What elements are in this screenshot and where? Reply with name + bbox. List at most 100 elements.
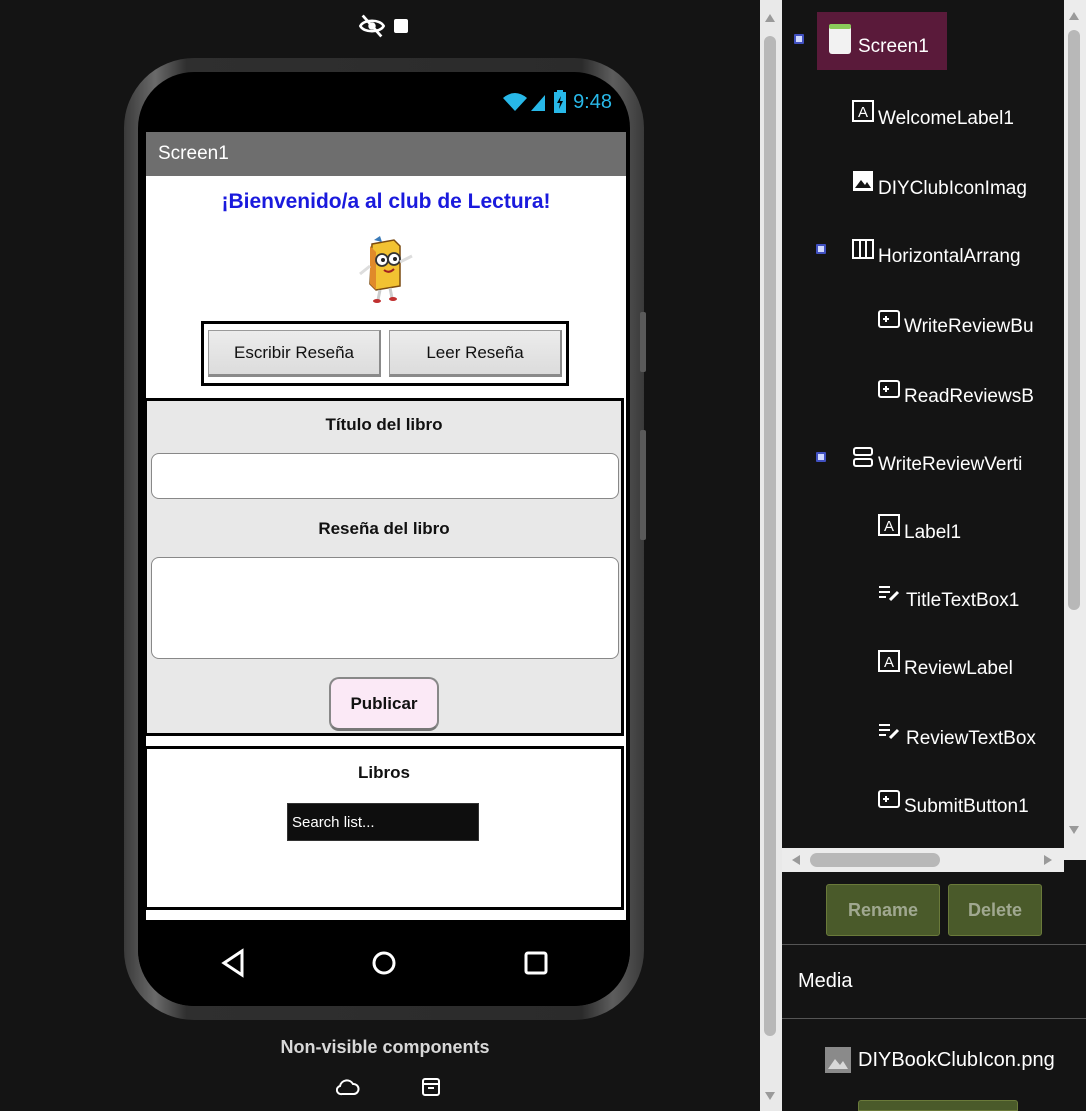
label-icon: A [878, 514, 900, 536]
screen-title-bar: Screen1 [146, 132, 626, 176]
upload-file-button[interactable] [858, 1100, 1018, 1111]
collapse-toggle[interactable] [816, 452, 826, 462]
horizontal-arrangement[interactable]: Escribir Reseña Leer Reseña [201, 321, 569, 386]
viewer-scrollbar[interactable] [760, 0, 782, 1111]
vertical-arrangement-icon [853, 447, 873, 467]
horizontal-arrangement-icon [852, 239, 874, 259]
android-nav-bar [138, 922, 630, 1006]
button-icon [878, 310, 900, 328]
welcome-label[interactable]: ¡Bienvenido/a al club de Lectura! [146, 190, 626, 214]
back-icon [221, 948, 244, 978]
viewer-panel: 9:48 Screen1 ¡Bienvenido/a al club de Le… [0, 0, 760, 1111]
tree-item-diyclubiconimage[interactable]: DIYClubIconImag [852, 162, 1027, 200]
cloud-icon[interactable] [336, 1076, 360, 1098]
scrollbar-thumb[interactable] [764, 36, 776, 1036]
image-file-icon [825, 1047, 851, 1073]
tree-item-titletextbox1[interactable]: TitleTextBox1 [878, 574, 1019, 612]
tree-item-label: Screen1 [858, 36, 929, 57]
textbox-icon [879, 586, 900, 602]
scroll-down-icon[interactable] [1069, 826, 1079, 834]
scroll-down-icon[interactable] [765, 1092, 775, 1100]
recents-icon [524, 951, 548, 975]
search-list-input[interactable]: Search list... [287, 803, 479, 841]
tree-item-label: Label1 [904, 522, 962, 543]
database-icon[interactable] [420, 1076, 442, 1098]
tree-item-reviewtextbox[interactable]: ReviewTextBox [878, 712, 1036, 750]
display-hidden-checkbox[interactable] [394, 19, 408, 33]
wifi-signal-icon [503, 93, 546, 111]
tree-item-label: SubmitButton1 [904, 796, 1029, 817]
tree-item-submitbutton1[interactable]: SubmitButton1 [878, 780, 1029, 818]
screen-icon [829, 24, 851, 54]
delete-button[interactable]: Delete [948, 884, 1042, 936]
tree-vertical-scrollbar[interactable] [1064, 0, 1086, 860]
button-icon [878, 380, 900, 398]
phone-screen: 9:48 Screen1 ¡Bienvenido/a al club de Le… [138, 72, 630, 1006]
tree-item-horizontalarrangement[interactable]: HorizontalArrang [852, 230, 1021, 268]
tree-item-label: WelcomeLabel1 [878, 108, 1014, 129]
tree-item-label: HorizontalArrang [878, 246, 1021, 267]
components-tree: Screen1 A WelcomeLabel1 DIYClubIconImag [782, 0, 1086, 860]
viewer-toolbar [358, 12, 408, 40]
write-review-vertical-arrangement[interactable]: Título del libro Reseña del libro Public… [144, 398, 624, 736]
phone-side-button [640, 312, 646, 372]
books-label[interactable]: Libros [147, 763, 621, 783]
book-title-label[interactable]: Título del libro [147, 415, 621, 435]
phone-side-button [640, 430, 646, 540]
tree-item-welcomelabel1[interactable]: A WelcomeLabel1 [852, 92, 1014, 130]
divider [782, 944, 1086, 945]
collapse-toggle[interactable] [794, 34, 804, 44]
label-icon: A [878, 650, 900, 672]
review-label[interactable]: Reseña del libro [147, 519, 621, 539]
publish-button[interactable]: Publicar [329, 677, 439, 731]
tree-item-label: TitleTextBox1 [906, 590, 1020, 611]
svg-text:A: A [858, 104, 868, 121]
scroll-up-icon[interactable] [765, 14, 775, 22]
tree-item-label: WriteReviewVerti [878, 454, 1023, 475]
collapse-toggle[interactable] [816, 244, 826, 254]
media-file-item[interactable]: DIYBookClubIcon.png [824, 1046, 1055, 1074]
scroll-left-icon[interactable] [792, 855, 800, 865]
textbox-icon [879, 724, 900, 740]
tree-item-reviewlabel[interactable]: A ReviewLabel [878, 642, 1013, 680]
tree-item-readreviewsbutton[interactable]: ReadReviewsB [878, 370, 1034, 408]
books-list-arrangement[interactable]: Libros Search list... [144, 746, 624, 910]
image-icon [853, 171, 873, 191]
svg-text:A: A [884, 518, 894, 535]
divider [782, 1018, 1086, 1019]
status-bar: 9:48 [138, 72, 630, 132]
tree-item-label1[interactable]: A Label1 [878, 506, 961, 544]
status-time: 9:48 [573, 90, 612, 113]
read-reviews-button[interactable]: Leer Reseña [389, 330, 562, 377]
svg-text:A: A [884, 654, 894, 671]
tree-item-writereviewvertical[interactable]: WriteReviewVerti [852, 438, 1022, 476]
book-club-image[interactable] [350, 234, 422, 306]
rename-button[interactable]: Rename [826, 884, 940, 936]
component-actions: Rename Delete [782, 872, 1086, 950]
app-inventor-designer: 9:48 Screen1 ¡Bienvenido/a al club de Le… [0, 0, 1086, 1111]
tree-item-label: WriteReviewBu [904, 316, 1034, 337]
tree-item-writereviewbutton[interactable]: WriteReviewBu [878, 300, 1034, 338]
label-icon: A [852, 100, 874, 122]
app-content: ¡Bienvenido/a al club de Lectura! Escrib… [144, 176, 626, 920]
scroll-right-icon[interactable] [1044, 855, 1052, 865]
tree-item-label: ReviewLabel [904, 658, 1013, 679]
media-file-name: DIYBookClubIcon.png [858, 1048, 1055, 1071]
tree-horizontal-scrollbar[interactable] [782, 848, 1064, 872]
tree-item-label: ReadReviewsB [904, 386, 1034, 407]
media-heading: Media [798, 970, 853, 992]
non-visible-components-label: Non-visible components [280, 1037, 490, 1057]
title-textbox[interactable] [151, 453, 619, 499]
scrollbar-thumb[interactable] [1068, 30, 1080, 610]
review-textbox[interactable] [151, 557, 619, 659]
hidden-components-icon[interactable] [358, 12, 386, 40]
tree-item-label: ReviewTextBox [906, 728, 1036, 749]
tree-item-label: DIYClubIconImag [878, 178, 1027, 199]
scroll-up-icon[interactable] [1069, 12, 1079, 20]
tree-item-screen1[interactable]: Screen1 [828, 20, 929, 58]
button-icon [878, 790, 900, 808]
battery-icon [554, 90, 567, 113]
scrollbar-thumb[interactable] [810, 853, 940, 867]
home-icon [372, 951, 396, 975]
write-review-button[interactable]: Escribir Reseña [208, 330, 381, 377]
